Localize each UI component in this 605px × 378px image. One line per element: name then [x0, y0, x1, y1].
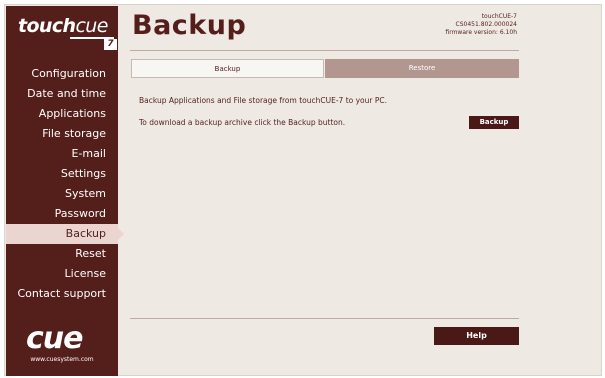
sidebar-nav: Configuration Date and time Applications… [6, 64, 124, 304]
sidebar-item-applications[interactable]: Applications [6, 104, 118, 124]
sidebar-item-license[interactable]: License [6, 264, 118, 284]
brand-badge: 7 [104, 39, 117, 50]
sidebar-item-configuration[interactable]: Configuration [6, 64, 118, 84]
sidebar: touchcue 7 Configuration Date and time A… [6, 6, 124, 376]
sidebar-item-file-storage[interactable]: File storage [6, 124, 118, 144]
device-info: touchCUE-7 CS0451.802.000024 firmware ve… [445, 13, 517, 37]
page-title: Backup [132, 10, 247, 41]
sidebar-item-backup[interactable]: Backup [6, 224, 124, 244]
footer-divider [130, 318, 519, 319]
sidebar-item-system[interactable]: System [6, 184, 118, 204]
tab-backup[interactable]: Backup [131, 59, 324, 78]
sidebar-item-date-and-time[interactable]: Date and time [6, 84, 118, 104]
sidebar-item-contact-support[interactable]: Contact support [6, 284, 118, 304]
device-name: touchCUE-7 [481, 13, 517, 20]
sidebar-item-settings[interactable]: Settings [6, 164, 118, 184]
tab-restore[interactable]: Restore [325, 59, 519, 78]
brand-wordmark: touchcue [18, 15, 108, 37]
sidebar-item-reset[interactable]: Reset [6, 244, 118, 264]
firmware-version: firmware version: 6.10h [445, 29, 517, 36]
backup-description: Backup Applications and File storage fro… [139, 96, 388, 105]
backup-instruction: To download a backup archive click the B… [139, 118, 346, 127]
header-divider [130, 50, 519, 51]
backup-button[interactable]: Backup [469, 116, 519, 129]
cue-website-url: www.cuesystem.com [30, 356, 94, 363]
cue-logo: cue [26, 321, 83, 356]
brand-word-light: cue [75, 15, 108, 37]
sidebar-item-password[interactable]: Password [6, 204, 118, 224]
device-serial: CS0451.802.000024 [455, 21, 517, 28]
brand-word-bold: touch [18, 15, 76, 37]
help-button[interactable]: Help [434, 327, 519, 345]
touchcue-logo: touchcue 7 [18, 15, 118, 51]
sidebar-item-e-mail[interactable]: E-mail [6, 144, 118, 164]
